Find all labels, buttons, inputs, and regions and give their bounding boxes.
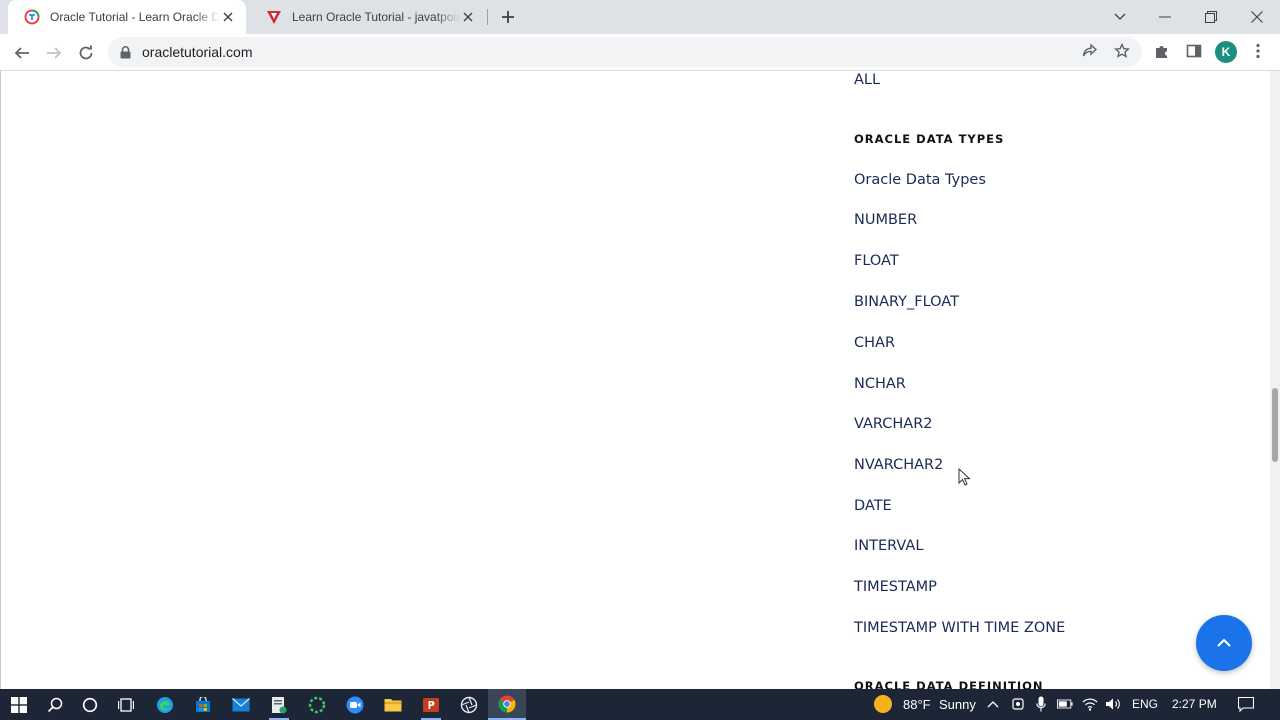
sidebar-heading-data-types: ORACLE DATA TYPES (854, 132, 1005, 146)
edge-browser-icon[interactable] (146, 689, 184, 720)
cortana-circle-icon[interactable] (71, 689, 109, 720)
windows-taskbar: 88°F Sunny ENG 2:27 PM (0, 689, 1280, 720)
loading-ring-app-icon[interactable] (298, 689, 336, 720)
microphone-icon[interactable] (1033, 696, 1049, 712)
tab-search-chevron-down-icon[interactable] (1106, 4, 1134, 30)
zoom-video-icon[interactable] (336, 689, 374, 720)
back-button[interactable] (8, 39, 36, 67)
weather-condition[interactable]: Sunny (939, 689, 976, 720)
sidebar-link-char[interactable]: CHAR (854, 335, 895, 351)
sidebar-link-varchar2[interactable]: VARCHAR2 (854, 416, 933, 432)
minimize-window-button[interactable] (1151, 4, 1179, 30)
task-view-icon[interactable] (107, 689, 145, 720)
address-bar[interactable]: oracletutorial.com (108, 37, 1142, 67)
close-tab-icon[interactable] (460, 9, 476, 25)
mail-icon[interactable] (222, 689, 260, 720)
file-explorer-folder-icon[interactable] (374, 689, 412, 720)
tab-oracle-tutorial[interactable]: Oracle Tutorial - Learn Oracle Database … (8, 0, 246, 34)
extensions-puzzle-icon[interactable] (1150, 39, 1174, 63)
javatpoint-favicon-icon (266, 9, 282, 25)
notifications-icon[interactable] (1238, 696, 1254, 712)
new-tab-button[interactable] (498, 7, 518, 27)
sidebar-link-timestamp[interactable]: TIMESTAMP (854, 579, 937, 595)
sidebar-link-all[interactable]: ALL (854, 72, 880, 88)
close-tab-icon[interactable] (220, 9, 236, 25)
page-scrollbar[interactable] (1270, 71, 1280, 689)
chrome-browser-icon[interactable] (488, 689, 526, 720)
sidebar-link-interval[interactable]: INTERVAL (854, 538, 923, 554)
tab-divider (487, 9, 488, 25)
mouse-cursor-icon (958, 468, 971, 486)
share-icon[interactable] (1078, 39, 1102, 63)
weather-temperature[interactable]: 88°F (903, 689, 931, 720)
sidebar-heading-data-definition: ORACLE DATA DEFINITION (854, 679, 1044, 689)
bookmark-star-icon[interactable] (1110, 39, 1134, 63)
reload-button[interactable] (72, 39, 100, 67)
tab-javatpoint[interactable]: Learn Oracle Tutorial - javatpoint (250, 0, 486, 34)
chrome-menu-kebab-icon[interactable] (1246, 39, 1270, 63)
page-viewport: ALL ORACLE DATA TYPES Oracle Data Types … (0, 71, 1280, 689)
oracle-tutorial-favicon-icon (24, 9, 40, 25)
sidebar-link-nchar[interactable]: NCHAR (854, 376, 906, 392)
show-hidden-icons-chevron-up-icon[interactable] (985, 696, 1001, 712)
meet-now-icon[interactable] (1010, 696, 1026, 712)
browser-toolbar: oracletutorial.com K (0, 34, 1280, 71)
windows-start-icon[interactable] (0, 689, 38, 720)
scroll-to-top-button[interactable] (1196, 615, 1252, 671)
url-text: oracletutorial.com (142, 44, 253, 60)
battery-icon[interactable] (1057, 696, 1073, 712)
input-language[interactable]: ENG (1132, 689, 1158, 720)
microsoft-store-icon[interactable] (184, 689, 222, 720)
close-window-button[interactable] (1243, 4, 1271, 30)
sidebar-link-oracle-data-types[interactable]: Oracle Data Types (854, 172, 986, 188)
powerpoint-icon[interactable] (412, 689, 450, 720)
sidebar-link-number[interactable]: NUMBER (854, 212, 917, 228)
browser-tab-strip: Oracle Tutorial - Learn Oracle Database … (0, 0, 1280, 34)
sidebar-link-float[interactable]: FLOAT (854, 253, 899, 269)
sidebar-link-date[interactable]: DATE (854, 498, 892, 514)
camera-aperture-app-icon[interactable] (450, 689, 488, 720)
restore-window-button[interactable] (1197, 4, 1225, 30)
search-icon[interactable] (36, 689, 74, 720)
excel-sheet-icon[interactable] (260, 689, 298, 720)
side-panel-icon[interactable] (1182, 39, 1206, 63)
sidebar-link-nvarchar2[interactable]: NVARCHAR2 (854, 457, 943, 473)
tab-title: Oracle Tutorial - Learn Oracle Database … (50, 10, 220, 24)
volume-speaker-icon[interactable] (1105, 696, 1121, 712)
wifi-icon[interactable] (1082, 696, 1098, 712)
tab-title: Learn Oracle Tutorial - javatpoint (292, 10, 460, 24)
sidebar-link-binary-float[interactable]: BINARY_FLOAT (854, 294, 959, 310)
profile-avatar[interactable]: K (1215, 41, 1237, 63)
weather-sun-icon[interactable] (873, 694, 893, 714)
chevron-up-icon (1217, 638, 1231, 647)
forward-button[interactable] (40, 39, 68, 67)
sidebar-link-timestamp-with-time-zone[interactable]: TIMESTAMP WITH TIME ZONE (854, 620, 1065, 636)
clock-time[interactable]: 2:27 PM (1172, 689, 1217, 720)
scrollbar-thumb[interactable] (1272, 388, 1278, 462)
lock-icon (120, 45, 134, 59)
